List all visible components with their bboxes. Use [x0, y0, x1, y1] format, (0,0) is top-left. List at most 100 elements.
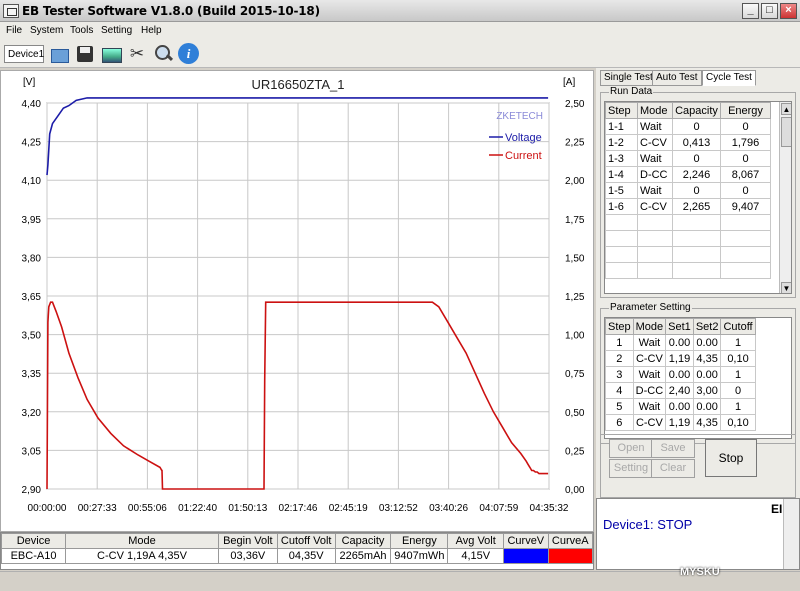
x-tick-label: 03:12:52	[379, 503, 418, 514]
minimize-button[interactable]: _	[742, 3, 759, 19]
tab-auto-test[interactable]: Auto Test	[652, 70, 702, 86]
open-button[interactable]: Open	[609, 439, 653, 458]
result-header-cell: Device	[0, 533, 67, 549]
clear-button[interactable]: Clear	[651, 459, 695, 478]
y-tick-label-right: 0,00	[565, 485, 585, 496]
title-bar: EB Tester Software V1.8.0 (Build 2015-10…	[0, 0, 800, 22]
save-button[interactable]: Save	[651, 439, 695, 458]
x-tick-label: 00:55:06	[128, 503, 167, 514]
run-data-empty-cell	[605, 262, 638, 279]
setting-button[interactable]: Setting	[609, 459, 653, 478]
result-cell: EBC-A10	[0, 548, 67, 564]
parameter-cell: 0	[720, 382, 756, 399]
y-tick-label-left: 2,90	[22, 485, 42, 496]
run-data-row[interactable]: 1-6 C-CV 2,265 9,407	[605, 198, 771, 215]
parameter-row[interactable]: 5 Wait 0.00 0.00 1	[605, 398, 756, 415]
parameter-row[interactable]: 2 C-CV 1,19 4,35 0,10	[605, 350, 756, 367]
run-data-cell: C-CV	[637, 198, 673, 215]
menu-setting[interactable]: Setting	[101, 25, 132, 36]
y-tick-label-right: 2,00	[565, 176, 585, 187]
parameter-cell: D-CC	[632, 382, 667, 399]
run-data-cell: 2,246	[672, 166, 721, 183]
parameter-row[interactable]: 1 Wait 0.00 0.00 1	[605, 334, 756, 351]
device-tab[interactable]: Device1	[4, 45, 44, 63]
run-data-empty-cell	[637, 246, 673, 263]
run-data-empty-cell	[605, 246, 638, 263]
run-data-row[interactable]: 1-5 Wait 0 0	[605, 182, 771, 199]
scroll-up-icon[interactable]: ▲	[781, 103, 791, 115]
parameter-setting-title: Parameter Setting	[609, 302, 692, 313]
run-data-row[interactable]: 1-1 Wait 0 0	[605, 118, 771, 135]
result-header-cell: Energy	[390, 533, 449, 549]
curve-a-swatch[interactable]	[547, 548, 594, 564]
run-data-header-cell: Mode	[637, 102, 673, 119]
run-data-empty-cell	[672, 214, 721, 231]
chart-icon[interactable]	[100, 43, 122, 65]
info-icon[interactable]: i	[178, 43, 199, 64]
run-data-cell: D-CC	[637, 166, 673, 183]
parameter-cell: 1	[605, 334, 634, 351]
parameter-cell: 1,19	[665, 414, 694, 431]
parameter-cell: 4,35	[692, 414, 722, 431]
run-data-empty-cell	[637, 214, 673, 231]
open-icon[interactable]	[48, 43, 70, 65]
menu-help[interactable]: Help	[141, 25, 162, 36]
run-data-cell: 1-2	[605, 134, 638, 151]
menu-system[interactable]: System	[30, 25, 63, 36]
result-table-row[interactable]: EBC-A10 C-CV 1,19A 4,35V 03,36V 04,35V 2…	[0, 548, 594, 564]
run-data-cell: 9,407	[720, 198, 771, 215]
parameter-row[interactable]: 6 C-CV 1,19 4,35 0,10	[605, 414, 756, 431]
parameter-setting-group: Parameter Setting Step Mode Set1 Set2 Cutoff…	[600, 302, 796, 444]
parameter-cell: C-CV	[632, 350, 667, 367]
right-panel: Single Test Auto Test Cycle Test Run Dat…	[596, 68, 800, 498]
scroll-down-icon[interactable]: ▼	[781, 282, 791, 293]
curve-v-swatch[interactable]	[503, 548, 549, 564]
menu-file[interactable]: File	[6, 25, 22, 36]
run-data-cell: 1,796	[720, 134, 771, 151]
run-data-cell: 0	[672, 150, 721, 167]
save-icon[interactable]	[74, 43, 96, 65]
run-data-row[interactable]: 1-2 C-CV 0,413 1,796	[605, 134, 771, 151]
y-tick-label-right: 0,50	[565, 408, 585, 419]
tab-cycle-test[interactable]: Cycle Test	[702, 70, 756, 86]
run-data-cell: 1-5	[605, 182, 638, 199]
parameter-row[interactable]: 4 D-CC 2,40 3,00 0	[605, 382, 756, 399]
scroll-thumb[interactable]	[781, 117, 791, 147]
tools-icon[interactable]: ✂	[126, 43, 148, 65]
run-data-row[interactable]: 1-4 D-CC 2,246 8,067	[605, 166, 771, 183]
result-header-cell: Cutoff Volt	[276, 533, 336, 549]
y-tick-label-left: 3,20	[22, 408, 42, 419]
result-cell: 2265mAh	[334, 548, 392, 564]
y-tick-label-left: 3,95	[22, 215, 42, 226]
run-data-empty-row	[605, 230, 771, 247]
x-tick-label: 00:27:33	[78, 503, 117, 514]
run-data-row[interactable]: 1-3 Wait 0 0	[605, 150, 771, 167]
result-header-cell: CurveV	[503, 533, 549, 549]
parameter-cell: 4,35	[692, 350, 722, 367]
y-axis-label-right: [A]	[563, 77, 575, 88]
parameter-cell: 5	[605, 398, 634, 415]
legend-voltage-label: Voltage	[505, 132, 542, 144]
menu-bar: File System Tools Setting Help	[0, 22, 800, 40]
run-data-header: Step Mode Capacity Energy	[605, 102, 771, 119]
parameter-cell: 2	[605, 350, 634, 367]
run-data-cell: 0	[720, 182, 771, 199]
x-tick-label: 04:07:59	[479, 503, 518, 514]
run-data-cell: Wait	[637, 182, 673, 199]
parameter-cell: 3,00	[692, 382, 722, 399]
x-tick-label: 00:00:00	[28, 503, 67, 514]
y-tick-label-left: 3,50	[22, 331, 42, 342]
zoom-icon[interactable]	[152, 43, 174, 65]
status-scrollbar[interactable]	[783, 499, 799, 569]
menu-tools[interactable]: Tools	[70, 25, 93, 36]
parameter-row[interactable]: 3 Wait 0.00 0.00 1	[605, 366, 756, 383]
parameter-cell: 6	[605, 414, 634, 431]
y-tick-label-right: 2,50	[565, 99, 585, 110]
tab-single-test[interactable]: Single Test	[600, 70, 657, 86]
close-button[interactable]: ×	[780, 3, 797, 19]
stop-button[interactable]: Stop	[705, 439, 757, 477]
y-tick-label-right: 1,25	[565, 292, 585, 303]
run-data-scrollbar[interactable]: ▲ ▼	[779, 102, 791, 293]
parameter-header-cell: Set2	[692, 318, 722, 335]
maximize-button[interactable]: □	[761, 3, 778, 19]
